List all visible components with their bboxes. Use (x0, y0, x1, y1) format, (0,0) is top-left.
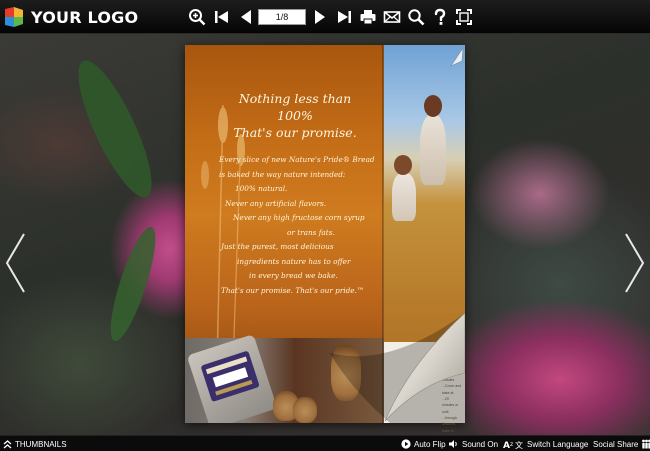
body-line: That's our promise. That's our pride.™ (221, 285, 365, 295)
auto-flip-button[interactable]: Auto Flip (401, 436, 446, 451)
switch-language-label: Switch Language (527, 439, 589, 449)
search-icon (408, 9, 425, 26)
body-line: Never any artificial flavors. (225, 198, 327, 208)
language-icon: Az文 (503, 440, 523, 449)
woman-figure (420, 115, 446, 185)
svg-text:z: z (510, 441, 513, 448)
body-line: or trans fats. (287, 227, 335, 237)
sound-label: Sound On (462, 439, 499, 449)
headline-line: That's our promise. (233, 125, 357, 140)
body-line: Every slice of new Nature's Pride® Bread (219, 155, 375, 164)
email-icon (383, 11, 401, 23)
body-line: 100% natural. (235, 184, 288, 193)
thumbnails-button[interactable]: THUMBNAILS (3, 436, 67, 451)
double-chevron-up-icon (3, 439, 12, 448)
chevron-left-icon (5, 233, 25, 293)
page-number-field[interactable]: 1/8 (258, 9, 306, 25)
girl-head (394, 155, 412, 175)
top-toolbar: YOUR LOGO 1/8 (0, 0, 650, 34)
body-line: in every bread we bake. (249, 271, 338, 280)
body-line: Just the purest, most delicious (221, 242, 334, 251)
social-share-button[interactable]: Social Share (593, 436, 650, 451)
print-icon (360, 10, 376, 25)
zoom-in-button[interactable] (187, 7, 207, 27)
bread-bag-label (200, 350, 260, 403)
social-share-label: Social Share (593, 439, 639, 449)
fullscreen-button[interactable] (454, 7, 474, 27)
previous-page-icon (241, 10, 251, 24)
search-button[interactable] (406, 7, 426, 27)
next-page-button[interactable] (310, 7, 330, 27)
next-page-arrow[interactable] (624, 232, 646, 294)
last-page-button[interactable] (334, 7, 354, 27)
svg-text:文: 文 (515, 440, 523, 449)
background-leaf (102, 222, 164, 346)
woman-head (424, 95, 442, 117)
share-people-icon (642, 439, 650, 449)
help-icon (434, 8, 446, 25)
bottom-toolbar: THUMBNAILS Auto Flip Sound On Az文 Switch… (0, 435, 650, 451)
first-page-button[interactable] (212, 7, 232, 27)
switch-language-button[interactable]: Az文 Switch Language (503, 436, 588, 451)
corner-flip-icon[interactable] (450, 47, 464, 67)
previous-page-arrow[interactable] (4, 232, 26, 294)
girl-figure (392, 173, 416, 221)
logo-mark-icon (5, 7, 23, 27)
headline: Nothing less than 100% That's our promis… (225, 90, 365, 141)
previous-page-button[interactable] (236, 7, 256, 27)
body-line: ingredients nature has to offer (237, 256, 351, 266)
fullscreen-icon (456, 9, 472, 25)
thumbnails-label: THUMBNAILS (15, 439, 67, 449)
zoom-in-icon (189, 9, 206, 26)
page-curl[interactable] (330, 313, 465, 423)
body-line: is baked the way nature intended: (219, 169, 346, 179)
flipbook[interactable]: Nothing less than 100% That's our promis… (185, 45, 465, 451)
next-page-icon (315, 10, 325, 24)
logo-text: YOUR LOGO (31, 7, 139, 27)
first-page-icon (215, 11, 228, 23)
last-page-icon (338, 11, 351, 23)
sound-button[interactable]: Sound On (448, 436, 498, 451)
bread-slice-image (293, 397, 317, 423)
email-button[interactable] (382, 7, 402, 27)
auto-flip-label: Auto Flip (414, 439, 446, 449)
svg-text:A: A (503, 441, 510, 449)
print-button[interactable] (358, 7, 378, 27)
logo: YOUR LOGO (3, 5, 138, 29)
chevron-right-icon (625, 233, 645, 293)
help-button[interactable] (430, 7, 450, 27)
background-leaf (65, 52, 165, 206)
headline-line: Nothing less than 100% (238, 91, 352, 123)
body-copy: Every slice of new Nature's Pride® Bread… (215, 153, 380, 298)
speaker-icon (449, 440, 457, 448)
body-line: Never any high fructose corn syrup (233, 213, 365, 222)
play-icon (401, 439, 411, 449)
